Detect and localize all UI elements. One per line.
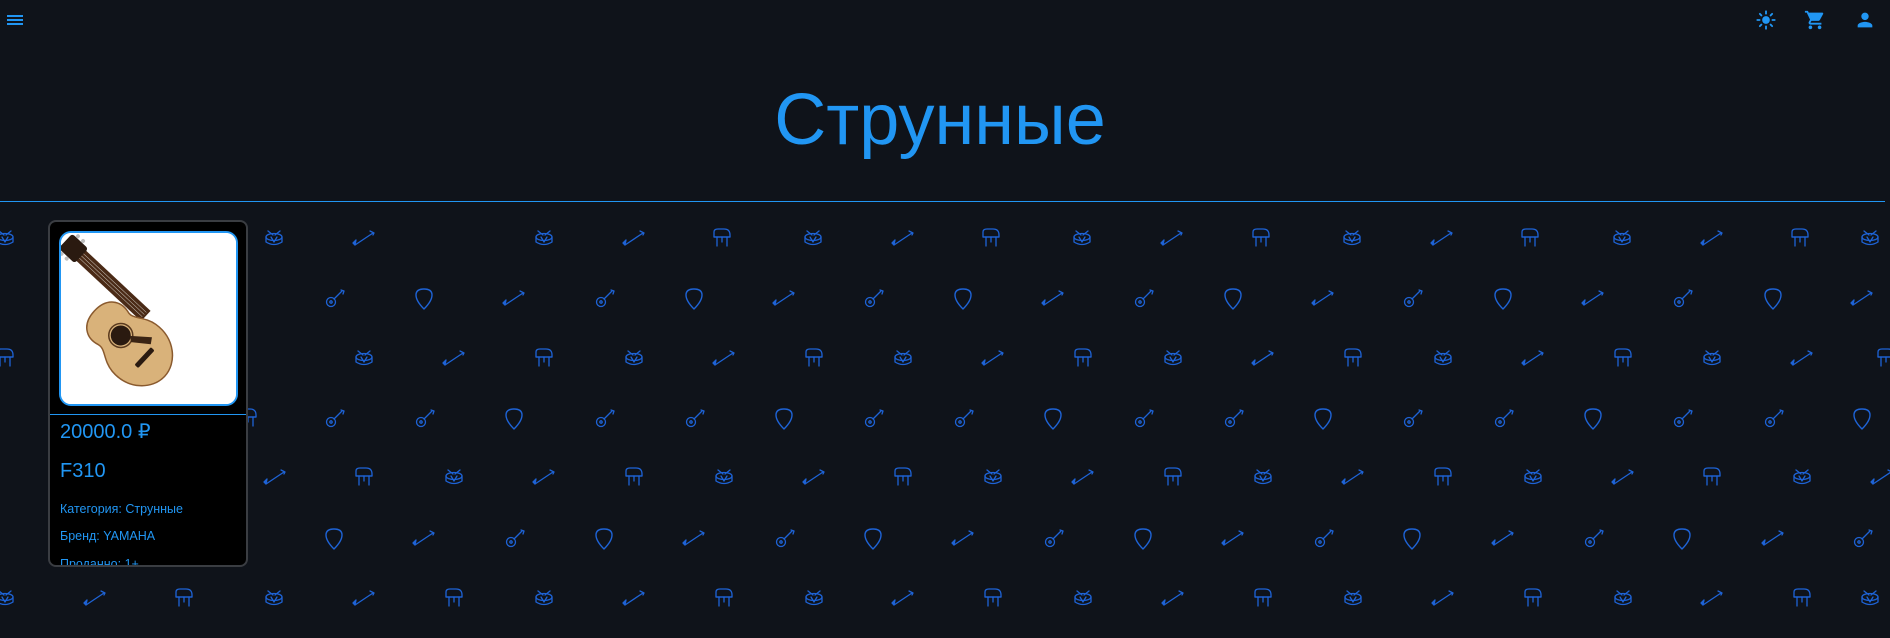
instrument-pattern-background <box>0 228 1890 607</box>
pattern-row-5 <box>263 467 1890 486</box>
pattern-row-1 <box>0 228 1879 247</box>
top-app-bar <box>0 0 1890 40</box>
pattern-row-7 <box>0 588 1879 607</box>
product-brand: Бренд: YAMAHA <box>60 529 156 543</box>
product-image[interactable] <box>59 231 238 406</box>
product-sold-count: Проданно: 1+ <box>60 557 139 567</box>
product-price: 20000.0 ₽ <box>60 421 151 443</box>
acoustic-guitar-image <box>61 233 236 404</box>
product-model: F310 <box>60 460 106 482</box>
account-button[interactable] <box>1852 8 1878 32</box>
pattern-row-3 <box>0 348 1890 367</box>
pattern-row-2 <box>325 288 1873 310</box>
pattern-row-4 <box>239 408 1871 430</box>
cart-button[interactable] <box>1802 8 1828 32</box>
pattern-row-6 <box>325 528 1873 550</box>
person-icon <box>1857 12 1873 28</box>
menu-button[interactable] <box>2 8 28 32</box>
page-title: Струнные <box>774 80 1106 160</box>
product-card[interactable]: 20000.0 ₽ F310 Категория: Струнные Бренд… <box>48 220 248 567</box>
theme-toggle-button[interactable] <box>1753 8 1779 32</box>
app-root: Струнные 20000.0 ₽ F310 Категория: Струн… <box>0 0 1890 638</box>
shopping-cart-icon <box>1804 10 1824 30</box>
card-divider <box>50 414 246 415</box>
sun-icon <box>1756 10 1776 30</box>
hamburger-menu-icon <box>7 15 23 25</box>
product-catalog: 20000.0 ₽ F310 Категория: Струнные Бренд… <box>0 208 1890 638</box>
title-divider <box>0 201 1885 202</box>
product-category: Категория: Струнные <box>60 502 183 516</box>
